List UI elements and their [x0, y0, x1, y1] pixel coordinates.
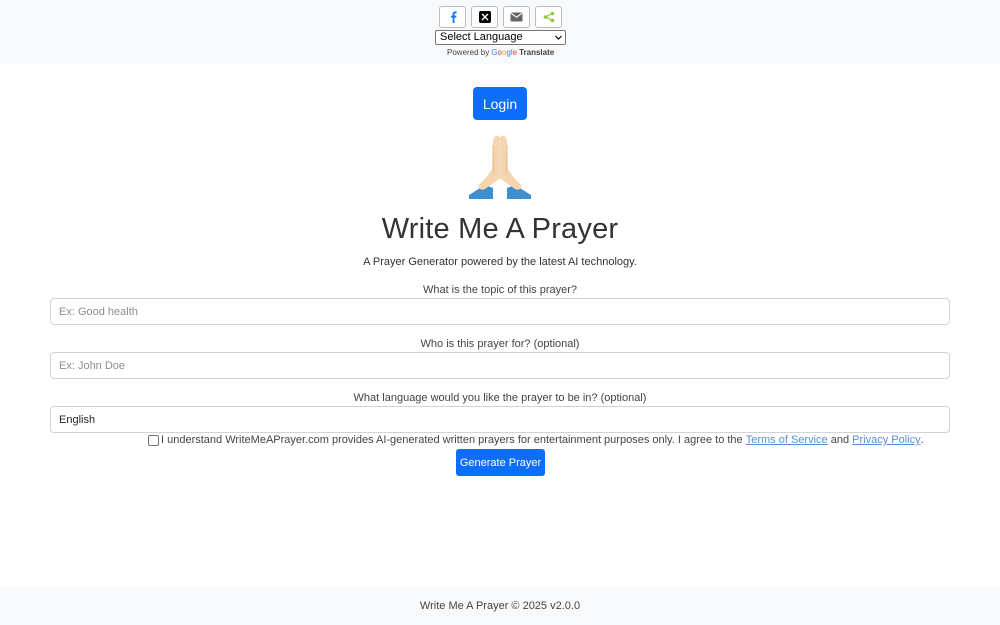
top-bar: Select Language Powered by Google Transl…	[0, 0, 1000, 64]
powered-by-text: Powered by	[447, 48, 490, 57]
agreement-end-text: .	[920, 434, 924, 446]
facebook-share-button[interactable]	[439, 6, 466, 28]
praying-hands-icon	[469, 135, 531, 199]
page-subtitle: A Prayer Generator powered by the latest…	[363, 256, 637, 268]
terms-of-service-link[interactable]: Terms of Service	[746, 434, 828, 446]
powered-by-google-translate: Powered by Google Translate	[447, 48, 554, 57]
footer: Write Me A Prayer © 2025 v2.0.0	[0, 587, 1000, 625]
facebook-icon	[450, 11, 457, 23]
language-select-value: Select Language	[440, 31, 523, 43]
agreement-and-text: and	[830, 434, 850, 446]
more-share-button[interactable]	[535, 6, 562, 28]
share-icon	[543, 11, 554, 23]
recipient-input[interactable]	[50, 352, 950, 379]
translate-text: Translate	[519, 48, 555, 57]
x-share-button[interactable]	[471, 6, 498, 28]
generate-prayer-button[interactable]: Generate Prayer	[456, 449, 545, 476]
language-label: What language would you like the prayer …	[353, 392, 647, 404]
agreement-text: I understand WriteMeAPrayer.com provides…	[161, 434, 743, 446]
footer-text: Write Me A Prayer © 2025 v2.0.0	[419, 600, 581, 612]
recipient-label: Who is this prayer for? (optional)	[420, 338, 580, 350]
agreement-checkbox[interactable]	[148, 434, 159, 446]
agreement-row: I understand WriteMeAPrayer.com provides…	[148, 434, 924, 446]
page-title: Write Me A Prayer	[381, 213, 619, 245]
topic-label: What is the topic of this prayer?	[422, 284, 578, 296]
share-buttons	[439, 6, 562, 28]
language-input[interactable]	[50, 406, 950, 433]
privacy-policy-link[interactable]: Privacy Policy	[852, 434, 920, 446]
email-icon	[510, 12, 523, 22]
language-select[interactable]: Select Language	[435, 30, 566, 45]
topic-input[interactable]	[50, 298, 950, 325]
x-icon	[478, 11, 491, 23]
email-share-button[interactable]	[503, 6, 530, 28]
login-button[interactable]: Login	[473, 87, 527, 120]
chevron-down-icon	[555, 35, 562, 40]
google-logo: Google	[491, 48, 518, 57]
